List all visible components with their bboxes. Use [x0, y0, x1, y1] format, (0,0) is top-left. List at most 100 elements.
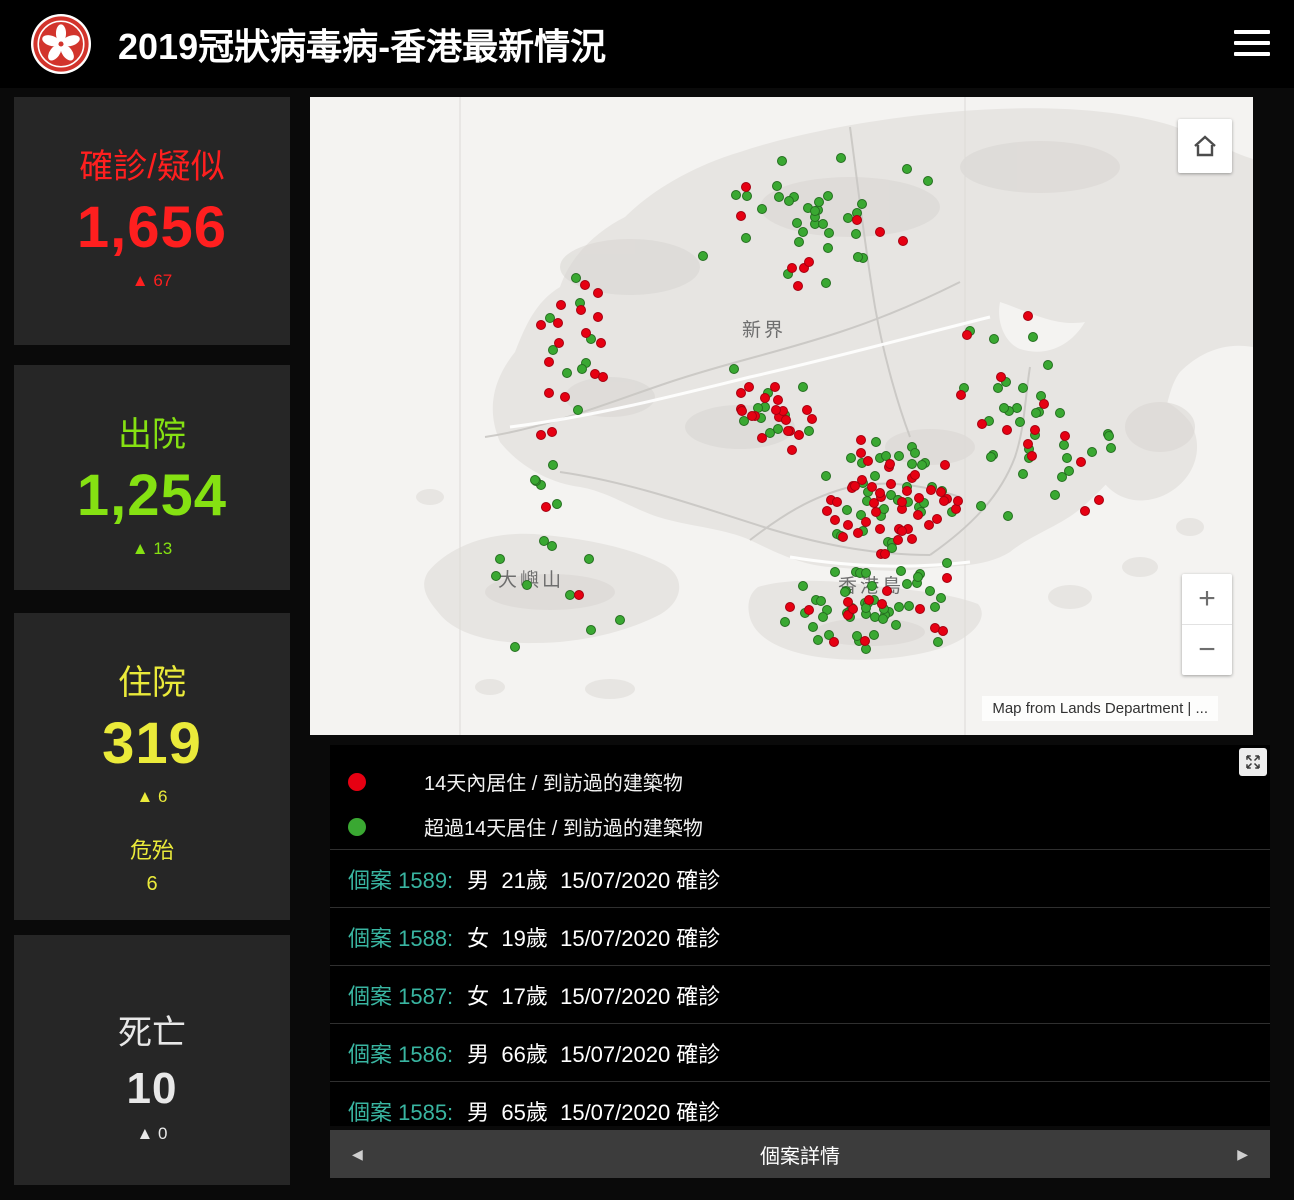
case-location-dot[interactable]: [798, 382, 808, 392]
case-location-dot[interactable]: [593, 312, 603, 322]
case-location-dot[interactable]: [808, 622, 818, 632]
case-location-dot[interactable]: [821, 278, 831, 288]
case-location-dot[interactable]: [1015, 417, 1025, 427]
case-location-dot[interactable]: [976, 501, 986, 511]
case-location-dot[interactable]: [1055, 408, 1065, 418]
case-location-dot[interactable]: [846, 453, 856, 463]
case-location-dot[interactable]: [1059, 440, 1069, 450]
case-location-dot[interactable]: [853, 528, 863, 538]
case-location-dot[interactable]: [1018, 469, 1028, 479]
case-location-dot[interactable]: [794, 430, 804, 440]
zoom-in-button[interactable]: +: [1182, 574, 1232, 624]
case-location-dot[interactable]: [777, 156, 787, 166]
case-location-dot[interactable]: [1104, 431, 1114, 441]
case-location-dot[interactable]: [936, 593, 946, 603]
case-location-dot[interactable]: [891, 620, 901, 630]
case-location-dot[interactable]: [821, 471, 831, 481]
case-location-dot[interactable]: [904, 601, 914, 611]
case-location-dot[interactable]: [869, 630, 879, 640]
case-location-dot[interactable]: [584, 554, 594, 564]
case-location-dot[interactable]: [880, 549, 890, 559]
case-location-dot[interactable]: [1039, 399, 1049, 409]
case-location-dot[interactable]: [871, 437, 881, 447]
case-location-dot[interactable]: [781, 415, 791, 425]
case-location-dot[interactable]: [770, 382, 780, 392]
case-location-dot[interactable]: [942, 558, 952, 568]
case-location-dot[interactable]: [875, 227, 885, 237]
case-location-dot[interactable]: [787, 263, 797, 273]
case-location-dot[interactable]: [771, 405, 781, 415]
case-location-dot[interactable]: [842, 505, 852, 515]
map-home-button[interactable]: [1178, 119, 1232, 173]
case-location-dot[interactable]: [804, 605, 814, 615]
case-location-dot[interactable]: [1023, 311, 1033, 321]
case-location-dot[interactable]: [491, 571, 501, 581]
case-location-dot[interactable]: [802, 405, 812, 415]
case-location-dot[interactable]: [993, 383, 1003, 393]
case-location-dot[interactable]: [852, 215, 862, 225]
case-location-dot[interactable]: [926, 485, 936, 495]
case-location-dot[interactable]: [913, 572, 923, 582]
case-location-dot[interactable]: [784, 196, 794, 206]
case-location-dot[interactable]: [878, 614, 888, 624]
case-location-dot[interactable]: [977, 419, 987, 429]
case-location-dot[interactable]: [1012, 403, 1022, 413]
case-location-dot[interactable]: [897, 526, 907, 536]
case-location-dot[interactable]: [495, 554, 505, 564]
case-location-dot[interactable]: [850, 481, 860, 491]
case-location-dot[interactable]: [544, 357, 554, 367]
case-location-dot[interactable]: [757, 433, 767, 443]
case-location-dot[interactable]: [823, 243, 833, 253]
case-location-dot[interactable]: [553, 318, 563, 328]
case-location-dot[interactable]: [930, 602, 940, 612]
case-location-dot[interactable]: [989, 334, 999, 344]
case-location-dot[interactable]: [1080, 506, 1090, 516]
case-location-dot[interactable]: [530, 475, 540, 485]
case-location-dot[interactable]: [741, 182, 751, 192]
case-row[interactable]: 個案 1585: 男 65歲 15/07/2020 確診: [330, 1081, 1270, 1126]
case-location-dot[interactable]: [986, 452, 996, 462]
case-location-dot[interactable]: [822, 506, 832, 516]
case-location-dot[interactable]: [536, 320, 546, 330]
case-location-dot[interactable]: [893, 535, 903, 545]
case-location-dot[interactable]: [843, 597, 853, 607]
case-location-dot[interactable]: [913, 510, 923, 520]
case-location-dot[interactable]: [576, 305, 586, 315]
case-location-dot[interactable]: [933, 637, 943, 647]
case-location-dot[interactable]: [925, 586, 935, 596]
case-location-dot[interactable]: [780, 617, 790, 627]
case-location-dot[interactable]: [547, 427, 557, 437]
case-location-dot[interactable]: [857, 199, 867, 209]
case-location-dot[interactable]: [1003, 511, 1013, 521]
case-location-dot[interactable]: [915, 604, 925, 614]
case-location-dot[interactable]: [772, 181, 782, 191]
case-location-dot[interactable]: [698, 251, 708, 261]
case-location-dot[interactable]: [522, 580, 532, 590]
case-location-dot[interactable]: [894, 602, 904, 612]
case-location-dot[interactable]: [907, 534, 917, 544]
case-location-dot[interactable]: [829, 637, 839, 647]
case-location-dot[interactable]: [999, 403, 1009, 413]
case-location-dot[interactable]: [544, 388, 554, 398]
case-location-dot[interactable]: [902, 164, 912, 174]
case-location-dot[interactable]: [596, 338, 606, 348]
case-location-dot[interactable]: [830, 567, 840, 577]
case-location-dot[interactable]: [565, 590, 575, 600]
case-location-dot[interactable]: [867, 482, 877, 492]
case-location-dot[interactable]: [836, 153, 846, 163]
case-location-dot[interactable]: [798, 581, 808, 591]
case-location-dot[interactable]: [580, 280, 590, 290]
case-location-dot[interactable]: [586, 625, 596, 635]
case-location-dot[interactable]: [953, 496, 963, 506]
case-location-dot[interactable]: [547, 541, 557, 551]
case-location-dot[interactable]: [787, 445, 797, 455]
case-location-dot[interactable]: [1094, 495, 1104, 505]
case-location-dot[interactable]: [794, 237, 804, 247]
case-location-dot[interactable]: [773, 395, 783, 405]
case-row[interactable]: 個案 1588: 女 19歲 15/07/2020 確診: [330, 907, 1270, 965]
case-location-dot[interactable]: [816, 596, 826, 606]
hamburger-menu-icon[interactable]: [1234, 30, 1270, 56]
case-location-dot[interactable]: [1028, 332, 1038, 342]
case-location-dot[interactable]: [914, 493, 924, 503]
case-location-dot[interactable]: [885, 459, 895, 469]
